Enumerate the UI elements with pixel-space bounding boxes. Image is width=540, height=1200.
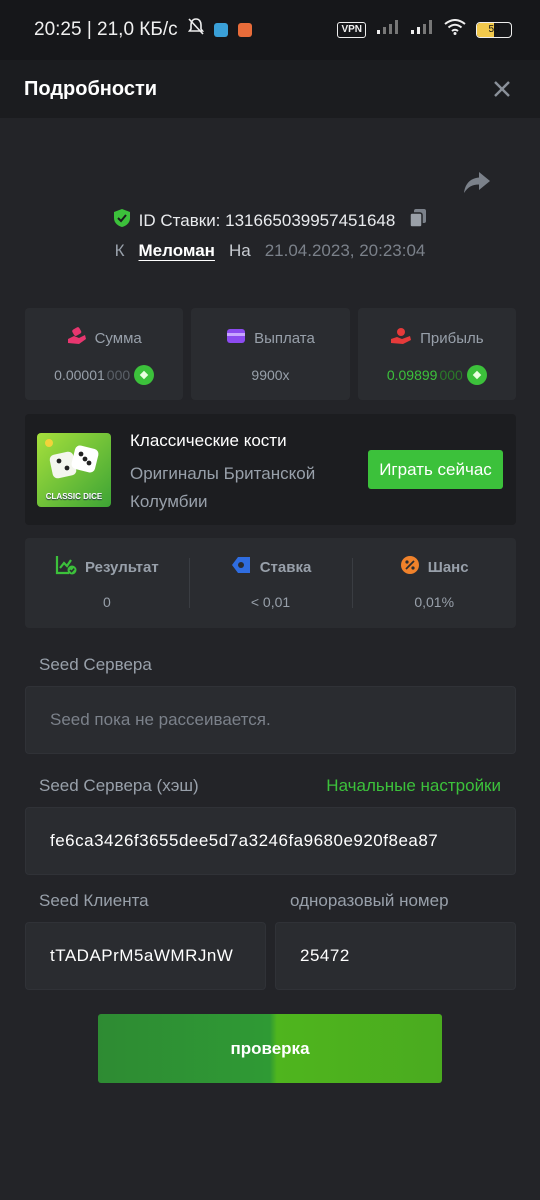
stat-amount-value: 0.00001 (54, 367, 105, 383)
play-now-button[interactable]: Играть сейчас (368, 450, 503, 489)
result-item: Результат 0 (25, 538, 189, 628)
server-seed-field[interactable]: Seed пока не рассеивается. (25, 686, 516, 754)
stat-profit: Прибыль 0.09899 000 (357, 308, 516, 400)
result-value: 0 (102, 594, 111, 610)
stat-profit-value-trailing: 000 (439, 367, 463, 383)
client-seed-value: tTADAPrM5aWMRJnW (50, 946, 234, 965)
server-seed-label: Seed Сервера (39, 655, 152, 674)
bet-stats: Сумма 0.00001 000 Выплата 9900x Прибыль 0… (25, 308, 516, 400)
nonce-field[interactable]: 25472 (275, 922, 516, 990)
stat-amount-label: Сумма (94, 329, 142, 347)
coins-hand-icon (67, 327, 87, 349)
stat-payout-value: 9900x (251, 367, 290, 383)
bell-off-icon (187, 18, 204, 42)
bet-date: 21.04.2023, 20:23:04 (264, 241, 426, 260)
initial-settings-link[interactable]: Начальные настройки (326, 776, 501, 796)
game-card: CLASSIC DICE Классические кости Оригинал… (25, 414, 516, 525)
status-time: 20:25 | 21,0 КБ/с (34, 19, 178, 40)
game-thumbnail-text: CLASSIC DICE (45, 492, 103, 501)
by-label: К (114, 241, 125, 260)
game-thumbnail[interactable]: CLASSIC DICE (37, 433, 111, 507)
verify-button[interactable]: проверка (98, 1014, 442, 1083)
signal-icon (376, 19, 400, 41)
bet-item: Ставка < 0,01 (188, 538, 353, 628)
stat-payout-label: Выплата (254, 329, 315, 347)
stat-profit-label: Прибыль (420, 329, 484, 347)
percent-icon (400, 555, 420, 579)
chart-check-icon (55, 555, 77, 579)
bet-id-row: ID Ставки: 131665039957451648 (0, 208, 540, 233)
server-hash-field[interactable]: fe6ca3426f3655dee5d7a3246fa9680e920f8ea8… (25, 807, 516, 875)
client-seed-label: Seed Клиента (39, 891, 149, 910)
page-title: Подробности (24, 77, 158, 100)
stat-payout: Выплата 9900x (191, 308, 350, 400)
result-stats: Результат 0 Ставка < 0,01 Шанс 0,01% (25, 538, 516, 628)
share-button[interactable] (463, 170, 491, 196)
result-label: Результат (85, 558, 159, 576)
user-link[interactable]: Меломан (139, 241, 215, 261)
copy-icon[interactable] (409, 208, 427, 233)
telegram-icon (213, 23, 228, 37)
currency-coin-icon (134, 365, 155, 385)
signal-icon-2 (410, 19, 434, 41)
server-hash-label: Seed Сервера (хэш) (39, 776, 199, 795)
nonce-label: одноразовый номер (290, 891, 449, 910)
ticket-icon (230, 555, 252, 579)
wifi-icon (444, 19, 466, 41)
status-bar: 20:25 | 21,0 КБ/с VPN 50 (0, 0, 540, 60)
bet-meta-row: К Меломан На 21.04.2023, 20:23:04 (0, 241, 540, 261)
stat-profit-value: 0.09899 (386, 367, 438, 383)
client-seed-field[interactable]: tTADAPrM5aWMRJnW (25, 922, 266, 990)
bet-id: ID Ставки: 131665039957451648 (138, 210, 396, 230)
app-icon (237, 23, 252, 37)
currency-coin-icon (466, 365, 487, 385)
bet-label: Ставка (259, 558, 312, 576)
nonce-value: 25472 (300, 946, 350, 965)
on-label: На (228, 241, 251, 260)
stat-amount: Сумма 0.00001 000 (25, 308, 184, 400)
wallet-icon (226, 327, 246, 349)
stat-amount-value-trailing: 000 (106, 367, 131, 383)
close-icon (494, 81, 510, 97)
profit-hand-icon (390, 327, 412, 349)
share-icon (464, 172, 490, 193)
game-provider: Оригиналы Британской Колумбии (130, 464, 316, 511)
bet-value: < 0,01 (250, 594, 291, 610)
header: Подробности (0, 60, 540, 118)
verified-shield-icon (113, 208, 131, 233)
server-seed-placeholder: Seed пока не рассеивается. (50, 710, 271, 729)
battery-icon: 50 (476, 22, 512, 38)
server-hash-value: fe6ca3426f3655dee5d7a3246fa9680e920f8ea8… (50, 831, 439, 850)
chance-label: Шанс (427, 558, 469, 576)
vpn-icon: VPN (337, 22, 366, 38)
chance-item: Шанс 0,01% (352, 538, 516, 628)
game-name: Классические кости (130, 431, 287, 450)
close-button[interactable] (488, 75, 516, 103)
chance-value: 0,01% (414, 594, 455, 610)
